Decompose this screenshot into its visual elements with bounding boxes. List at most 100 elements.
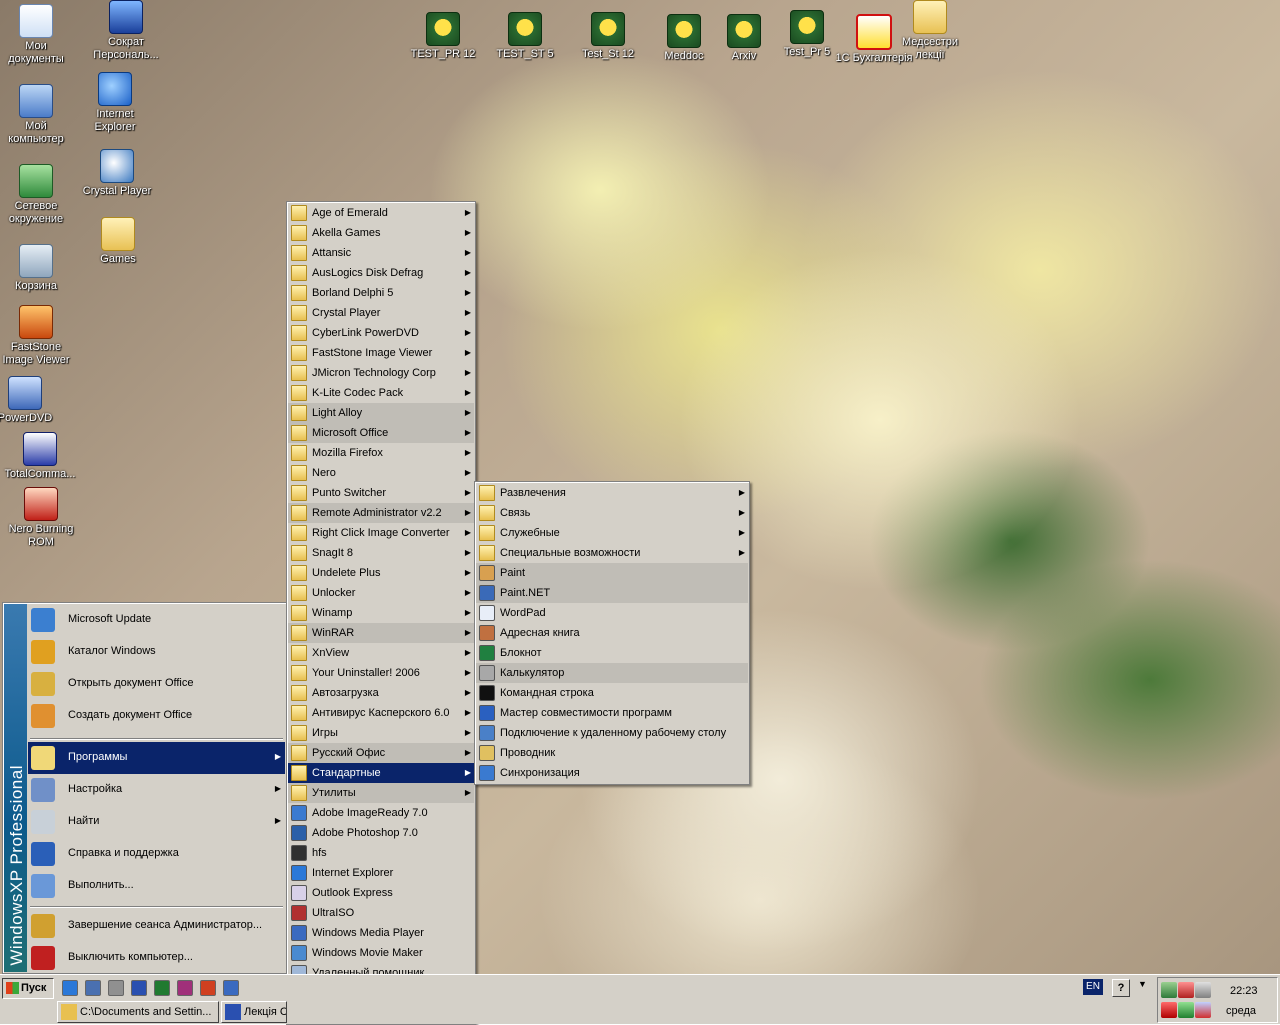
menu-item[interactable]: SnagIt 8 ▶ — [288, 543, 474, 563]
menu-item[interactable]: Mozilla Firefox ▶ — [288, 443, 474, 463]
desktop-icon[interactable]: Nero Burning ROM — [2, 487, 80, 549]
menu-item[interactable]: Nero ▶ — [288, 463, 474, 483]
word-icon[interactable] — [131, 980, 147, 996]
menu-item[interactable]: Адресная книга — [476, 623, 748, 643]
menu-item[interactable]: Unlocker ▶ — [288, 583, 474, 603]
menu-item[interactable]: Your Uninstaller! 2006 ▶ — [288, 663, 474, 683]
menu-item[interactable]: Remote Administrator v2.2 ▶ — [288, 503, 474, 523]
desktop-icon[interactable]: PowerDVD — [0, 376, 64, 425]
menu-item[interactable]: Right Click Image Converter ▶ — [288, 523, 474, 543]
menu-item[interactable]: Игры ▶ — [288, 723, 474, 743]
start-button[interactable]: Пуск — [2, 978, 54, 999]
access-icon[interactable] — [177, 980, 193, 996]
chevron-down-icon[interactable]: ▼ — [1138, 979, 1147, 989]
menu-item[interactable]: Развлечения ▶ — [476, 483, 748, 503]
language-indicator[interactable]: EN — [1083, 979, 1103, 995]
desktop-icon[interactable]: Games — [79, 217, 157, 266]
menu-item[interactable]: Internet Explorer — [288, 863, 474, 883]
menu-item[interactable]: Punto Switcher ▶ — [288, 483, 474, 503]
desktop-icon[interactable]: Internet Explorer — [76, 72, 154, 134]
start-menu-item[interactable]: Справка и поддержка — [28, 838, 285, 870]
menu-item[interactable]: AusLogics Disk Defrag ▶ — [288, 263, 474, 283]
menu-item[interactable]: WordPad — [476, 603, 748, 623]
help-button[interactable]: ? — [1112, 979, 1130, 997]
menu-item[interactable]: Age of Emerald ▶ — [288, 203, 474, 223]
menu-item[interactable]: Связь ▶ — [476, 503, 748, 523]
menu-item[interactable]: K-Lite Codec Pack ▶ — [288, 383, 474, 403]
start-menu-item[interactable]: Выполнить... — [28, 870, 285, 902]
menu-item[interactable]: Windows Media Player — [288, 923, 474, 943]
menu-item[interactable]: Crystal Player ▶ — [288, 303, 474, 323]
menu-item[interactable]: Блокнот — [476, 643, 748, 663]
remote-admin-tray-icon[interactable] — [1178, 982, 1194, 998]
menu-item[interactable]: Attansic ▶ — [288, 243, 474, 263]
taskbar-button[interactable]: Лекція С — [221, 1001, 287, 1023]
menu-item[interactable]: WinRAR ▶ — [288, 623, 474, 643]
start-menu-item[interactable]: Настройка ▶ — [28, 774, 285, 806]
menu-item[interactable]: Проводник — [476, 743, 748, 763]
start-menu-item[interactable]: Открыть документ Office — [28, 668, 285, 700]
start-menu-item[interactable]: Завершение сеанса Администратор... — [28, 910, 285, 942]
menu-item[interactable]: Калькулятор — [476, 663, 748, 683]
start-menu-item[interactable]: Каталог Windows — [28, 636, 285, 668]
excel-icon[interactable] — [154, 980, 170, 996]
start-menu-item[interactable]: Выключить компьютер... — [28, 942, 285, 974]
menu-item[interactable]: Служебные ▶ — [476, 523, 748, 543]
media-player-icon[interactable] — [223, 980, 239, 996]
menu-item[interactable]: Adobe ImageReady 7.0 — [288, 803, 474, 823]
menu-item[interactable]: Специальные возможности ▶ — [476, 543, 748, 563]
start-menu-item[interactable]: Microsoft Update — [28, 604, 285, 636]
menu-item[interactable]: Winamp ▶ — [288, 603, 474, 623]
menu-item[interactable]: Paint.NET — [476, 583, 748, 603]
menu-item[interactable]: Outlook Express — [288, 883, 474, 903]
menu-item[interactable]: Русский Офис ▶ — [288, 743, 474, 763]
menu-item[interactable]: Автозагрузка ▶ — [288, 683, 474, 703]
menu-item[interactable]: FastStone Image Viewer ▶ — [288, 343, 474, 363]
flag-tray-icon[interactable] — [1195, 1002, 1211, 1018]
menu-item[interactable]: JMicron Technology Corp ▶ — [288, 363, 474, 383]
network-tray-icon[interactable] — [1161, 982, 1177, 998]
start-menu-item[interactable]: Создать документ Office — [28, 700, 285, 732]
desktop-icon[interactable]: Мои документы — [0, 4, 75, 66]
menu-item[interactable]: Стандартные ▶ — [288, 763, 474, 783]
menu-item[interactable]: Командная строка — [476, 683, 748, 703]
calculator-icon[interactable] — [108, 980, 124, 996]
show-desktop-icon[interactable] — [85, 980, 101, 996]
internet-explorer-icon[interactable] — [62, 980, 78, 996]
safely-remove-icon[interactable] — [1178, 1002, 1194, 1018]
menu-item[interactable]: Undelete Plus ▶ — [288, 563, 474, 583]
powerpoint-icon[interactable] — [200, 980, 216, 996]
desktop-icon[interactable]: Мой компьютер — [0, 84, 75, 146]
menu-item[interactable]: hfs — [288, 843, 474, 863]
menu-item[interactable]: XnView ▶ — [288, 643, 474, 663]
desktop-icon[interactable]: Сократ Персональ... — [87, 0, 165, 62]
desktop-icon[interactable]: Сетевое окружение — [0, 164, 75, 226]
start-menu-item[interactable]: Найти ▶ — [28, 806, 285, 838]
clock-time[interactable]: 22:23 — [1230, 985, 1258, 997]
menu-item[interactable]: Akella Games ▶ — [288, 223, 474, 243]
kaspersky-icon[interactable] — [1161, 1002, 1177, 1018]
menu-item[interactable]: Microsoft Office ▶ — [288, 423, 474, 443]
desktop-icon[interactable]: TEST_ST 5 — [486, 12, 564, 61]
desktop-icon[interactable]: Crystal Player — [78, 149, 156, 198]
start-menu-item[interactable]: Программы ▶ — [28, 742, 285, 774]
menu-item[interactable]: Light Alloy ▶ — [288, 403, 474, 423]
menu-item[interactable]: Синхронизация — [476, 763, 748, 783]
desktop-icon[interactable]: Корзина — [0, 244, 75, 293]
volume-icon[interactable] — [1195, 982, 1211, 998]
taskbar-button[interactable]: C:\Documents and Settin... — [57, 1001, 219, 1023]
menu-item[interactable]: UltraISO — [288, 903, 474, 923]
menu-item[interactable]: Подключение к удаленному рабочему столу — [476, 723, 748, 743]
menu-item[interactable]: Borland Delphi 5 ▶ — [288, 283, 474, 303]
menu-item[interactable]: Paint — [476, 563, 748, 583]
menu-item[interactable]: Windows Movie Maker — [288, 943, 474, 963]
menu-item[interactable]: Утилиты ▶ — [288, 783, 474, 803]
desktop-icon[interactable]: Медсестри лекції — [891, 0, 969, 62]
desktop-icon[interactable]: Test_St 12 — [569, 12, 647, 61]
menu-item[interactable]: Антивирус Касперского 6.0 ▶ — [288, 703, 474, 723]
desktop-icon[interactable]: TotalComma... — [1, 432, 79, 481]
menu-item[interactable]: Adobe Photoshop 7.0 — [288, 823, 474, 843]
menu-item[interactable]: CyberLink PowerDVD ▶ — [288, 323, 474, 343]
desktop-icon[interactable]: TEST_PR 12 — [404, 12, 482, 61]
menu-item[interactable]: Мастер совместимости программ — [476, 703, 748, 723]
